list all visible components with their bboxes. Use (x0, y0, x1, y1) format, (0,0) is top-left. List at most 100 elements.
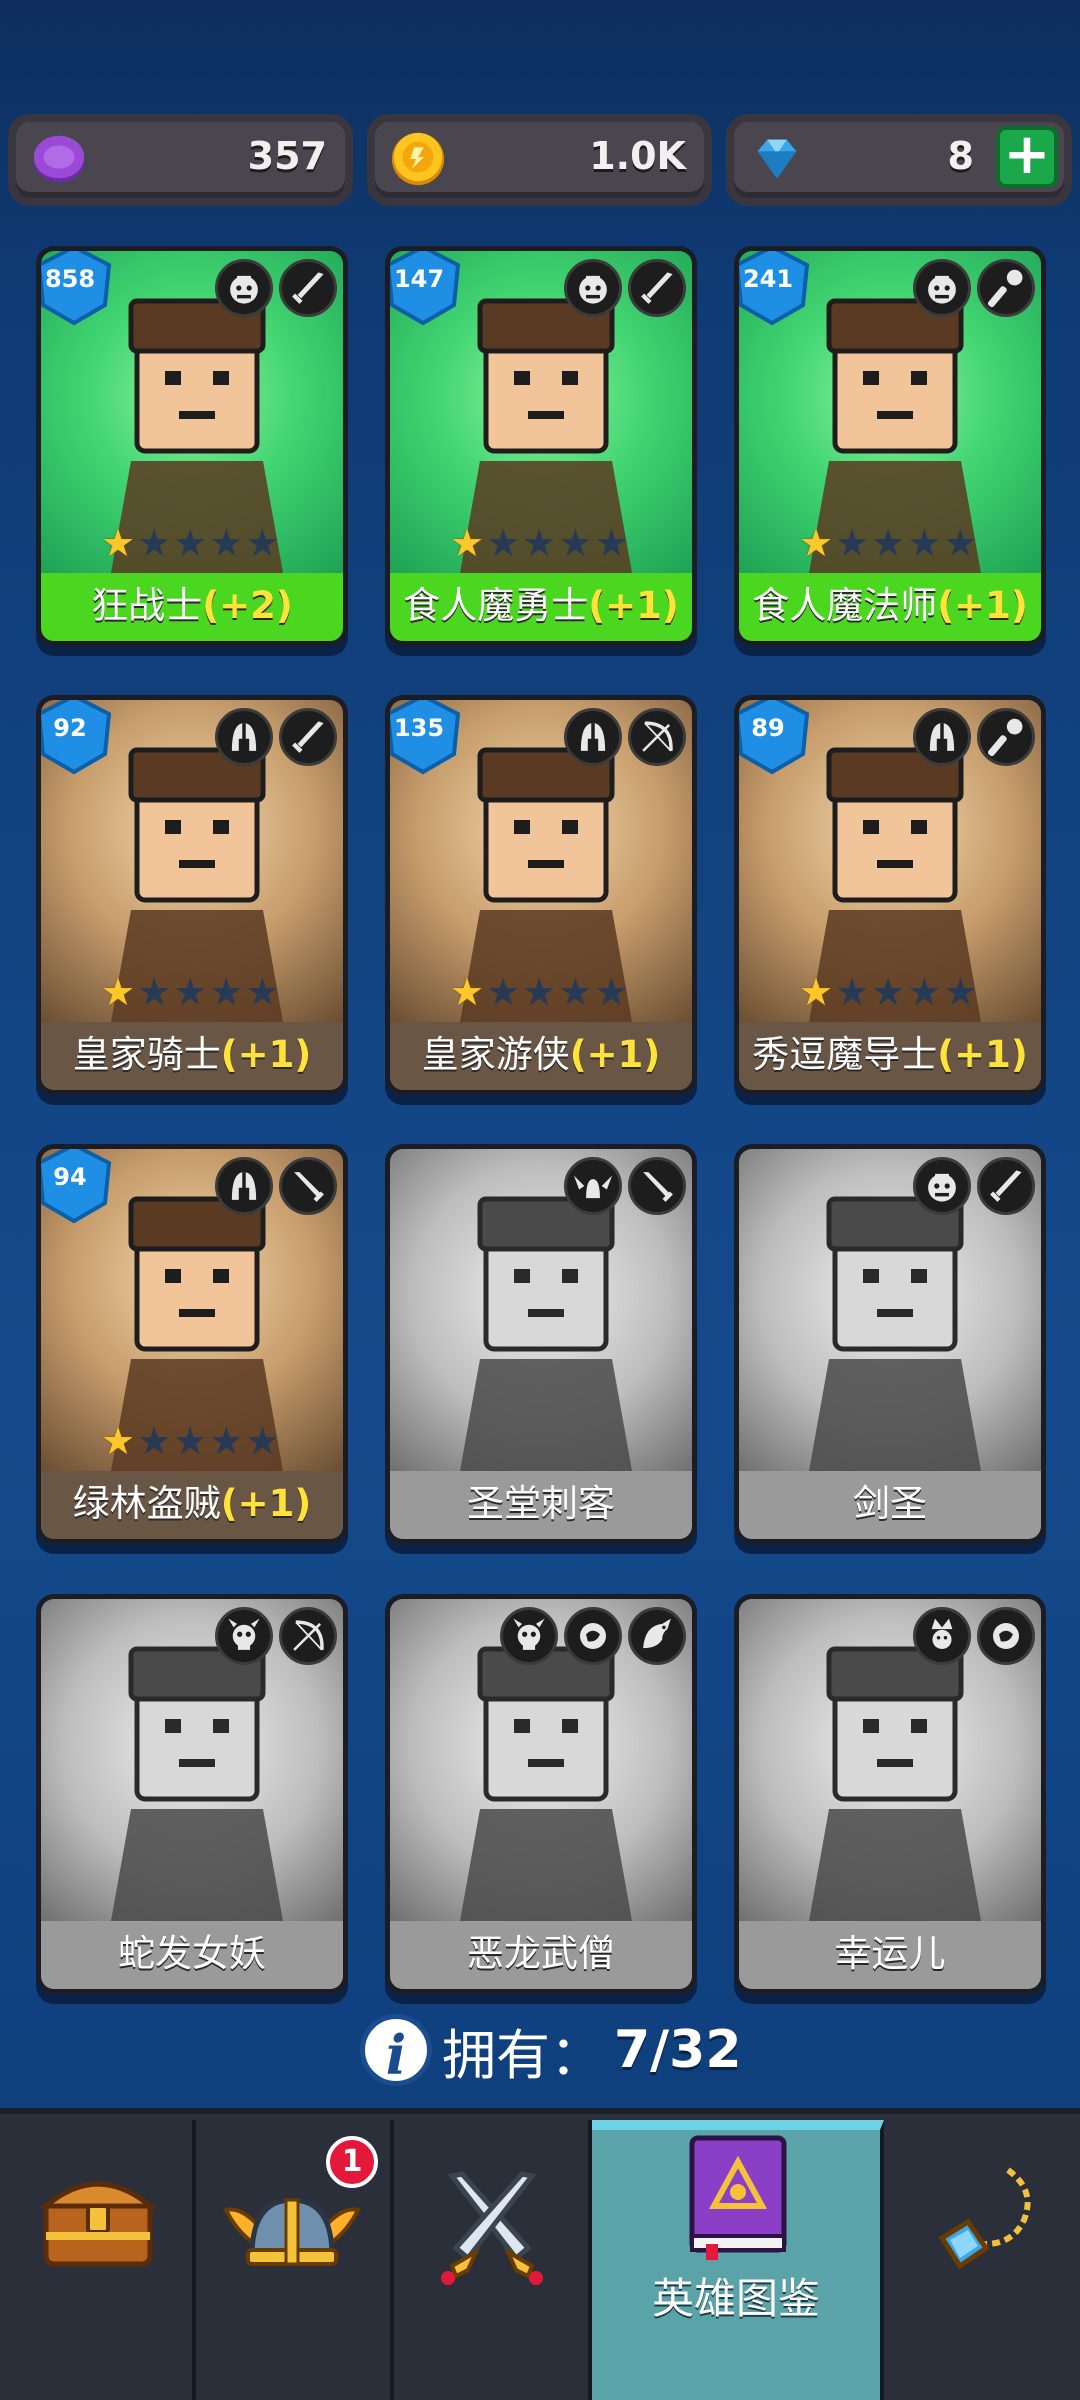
currency-gold: 1.0K (367, 114, 712, 206)
hero-name: 皇家游侠(+1) (390, 1022, 692, 1090)
amulet-icon (938, 2167, 1031, 2270)
wand-icon (977, 708, 1035, 766)
hero-card[interactable]: 92 ★ ★ ★ ★ ★ 皇家骑士(+1) (36, 695, 348, 1095)
dragon-icon (628, 1607, 686, 1665)
diamond-count: 8 (947, 134, 974, 178)
hero-card[interactable]: 241 ★ ★ ★ ★ ★ 食人魔法师(+1) (734, 246, 1046, 646)
tab-equipment[interactable] (884, 2120, 1080, 2400)
hero-name: 狂战士(+2) (41, 573, 343, 641)
hero-card[interactable]: 147 ★ ★ ★ ★ ★ 食人魔勇士(+1) (385, 246, 697, 646)
star-empty-icon: ★ (173, 521, 208, 565)
sword-icon (977, 1157, 1035, 1215)
hero-name: 剑圣 (739, 1471, 1041, 1539)
star-empty-icon: ★ (245, 1419, 280, 1463)
star-empty-icon: ★ (558, 970, 593, 1014)
hero-name: 幸运儿 (739, 1921, 1041, 1989)
hero-bonus: (+1) (220, 1482, 312, 1525)
star-empty-icon: ★ (907, 521, 942, 565)
star-empty-icon: ★ (943, 970, 978, 1014)
demon-skull-icon (215, 1607, 273, 1665)
hero-name: 圣堂刺客 (390, 1471, 692, 1539)
hero-bonus: (+1) (588, 584, 679, 627)
level-value: 94 (53, 1163, 87, 1191)
hero-card[interactable]: 858 ★ ★ ★ ★ ★ 狂战士(+2) (36, 246, 348, 646)
level-value: 147 (393, 265, 445, 293)
level-badge: 135 (390, 700, 462, 776)
star-empty-icon: ★ (522, 970, 557, 1014)
crossed-swords-icon (441, 2171, 543, 2285)
star-filled-icon: ★ (799, 521, 834, 565)
helmet-icon (215, 1157, 273, 1215)
hero-card[interactable]: 剑圣 (734, 1144, 1046, 1544)
star-empty-icon: ★ (173, 1419, 208, 1463)
orc-face-icon (913, 259, 971, 317)
star-rating: ★ ★ ★ ★ ★ (101, 972, 279, 1012)
hero-card[interactable]: 幸运儿 (734, 1594, 1046, 1994)
level-value: 135 (393, 714, 445, 742)
owned-counter: i 拥有： 7/32 (360, 2010, 742, 2090)
star-empty-icon: ★ (209, 970, 244, 1014)
hero-name: 蛇发女妖 (41, 1921, 343, 1989)
hero-card[interactable]: 圣堂刺客 (385, 1144, 697, 1544)
star-empty-icon: ★ (522, 521, 557, 565)
info-icon[interactable]: i (360, 2014, 432, 2087)
hero-bonus: (+1) (937, 1033, 1028, 1076)
hero-bonus: (+1) (569, 1033, 661, 1076)
hero-card[interactable]: 恶龙武僧 (385, 1594, 697, 1994)
owned-label: 拥有： (442, 2023, 604, 2087)
jester-icon (913, 1607, 971, 1665)
hero-name: 食人魔勇士(+1) (390, 573, 692, 641)
level-badge: 241 (739, 251, 811, 327)
tab-hero-codex[interactable]: 英雄图鉴 (592, 2120, 884, 2400)
star-rating: ★ ★ ★ ★ ★ (101, 523, 279, 563)
sword-icon (628, 259, 686, 317)
star-empty-icon: ★ (245, 970, 280, 1014)
star-empty-icon: ★ (209, 521, 244, 565)
level-value: 858 (44, 265, 96, 293)
helmet-icon (913, 708, 971, 766)
level-badge: 94 (41, 1149, 113, 1225)
helmet-icon (215, 708, 273, 766)
orc-face-icon (215, 259, 273, 317)
dagger-icon (628, 1157, 686, 1215)
star-empty-icon: ★ (245, 521, 280, 565)
star-empty-icon: ★ (137, 521, 172, 565)
hero-name-text: 皇家骑士 (72, 1033, 221, 1076)
sword-icon (279, 708, 337, 766)
star-empty-icon: ★ (173, 970, 208, 1014)
level-badge: 89 (739, 700, 811, 776)
viking-helmet-icon (223, 2197, 361, 2266)
hero-name-text: 皇家游侠 (421, 1033, 570, 1076)
dagger-icon (279, 1157, 337, 1215)
tab-shop[interactable] (0, 2120, 196, 2400)
currency-purple: 357 (8, 114, 353, 206)
hero-card[interactable]: 94 ★ ★ ★ ★ ★ 绿林盗贼(+1) (36, 1144, 348, 1544)
level-value: 92 (53, 714, 87, 742)
tab-heroes[interactable]: 1 (196, 2120, 394, 2400)
winged-helm-icon (564, 1157, 622, 1215)
star-empty-icon: ★ (907, 970, 942, 1014)
tab-hero-codex-label: 英雄图鉴 (651, 2274, 820, 2323)
hero-name-text: 秀逗魔导士 (752, 1033, 938, 1076)
hero-name-text: 食人魔法师 (752, 584, 938, 627)
hero-name: 食人魔法师(+1) (739, 573, 1041, 641)
hero-name-text: 剑圣 (853, 1482, 927, 1525)
helmet-icon (564, 708, 622, 766)
gold-coin-icon (391, 132, 445, 186)
bow-icon (628, 708, 686, 766)
star-filled-icon: ★ (799, 970, 834, 1014)
hero-name-text: 食人魔勇士 (403, 584, 589, 627)
hero-card[interactable]: 89 ★ ★ ★ ★ ★ 秀逗魔导士(+1) (734, 695, 1046, 1095)
wand-icon (977, 259, 1035, 317)
hero-bonus: (+2) (202, 584, 293, 627)
star-rating: ★ ★ ★ ★ ★ (799, 523, 977, 563)
add-diamond-button[interactable]: + (996, 126, 1058, 188)
hero-book-icon (689, 2135, 787, 2260)
hero-card[interactable]: 135 ★ ★ ★ ★ ★ 皇家游侠(+1) (385, 695, 697, 1095)
hero-card[interactable]: 蛇发女妖 (36, 1594, 348, 1994)
sword-icon (279, 259, 337, 317)
hero-name-text: 蛇发女妖 (118, 1932, 266, 1975)
fist-icon (564, 1607, 622, 1665)
tab-battle[interactable] (394, 2120, 592, 2400)
level-badge: 92 (41, 700, 113, 776)
